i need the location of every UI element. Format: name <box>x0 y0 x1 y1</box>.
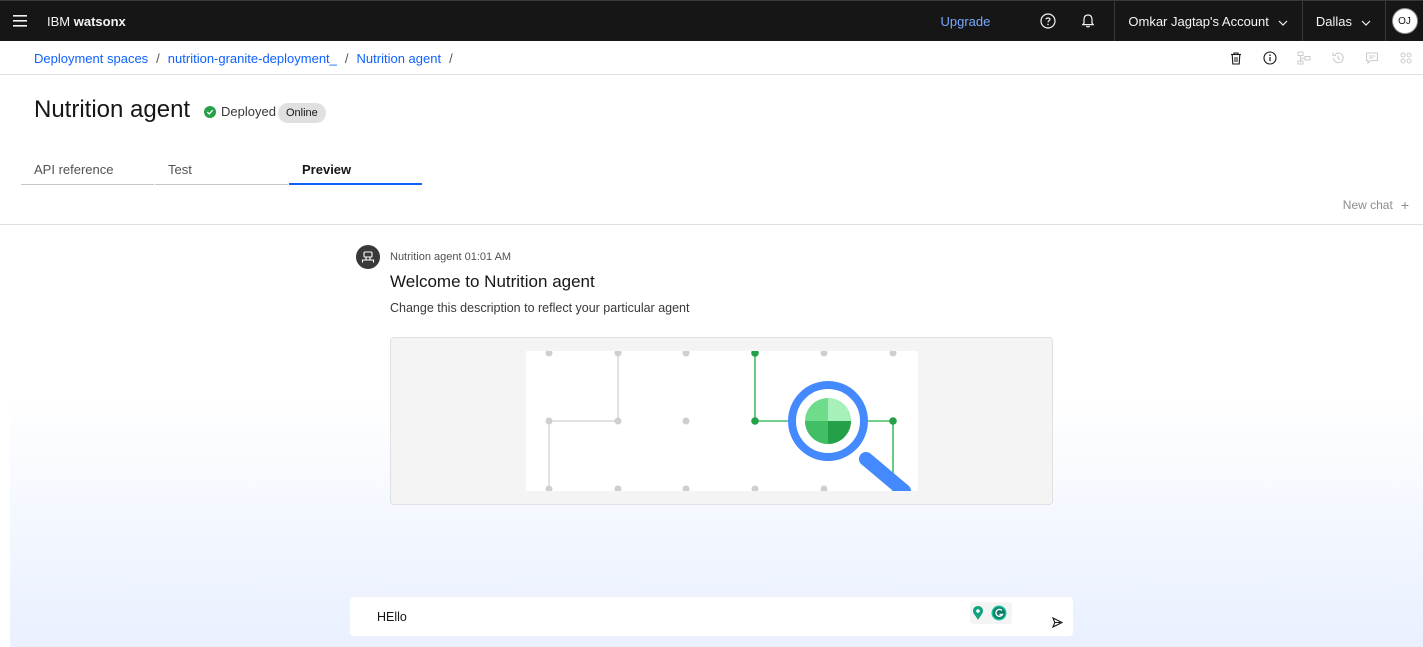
checkmark-icon <box>204 105 216 118</box>
breadcrumb-separator: / <box>449 51 453 66</box>
breadcrumb-agent[interactable]: Nutrition agent <box>357 51 442 66</box>
hamburger-menu-icon[interactable] <box>0 1 40 42</box>
brand-name: watsonx <box>73 13 126 29</box>
new-chat-label: New chat <box>1342 198 1393 212</box>
breadcrumb-separator: / <box>156 51 160 66</box>
send-icon[interactable] <box>1051 615 1064 633</box>
search-illustration <box>526 351 918 491</box>
tab-list: API reference Test Preview <box>21 156 423 185</box>
help-icon[interactable] <box>1028 1 1068 42</box>
account-switcher[interactable]: Omkar Jagtap's Account <box>1114 0 1302 42</box>
welcome-image-card <box>390 337 1053 505</box>
status-label: Deployed <box>221 104 276 119</box>
region-label: Dallas <box>1315 13 1352 29</box>
chat-icon[interactable] <box>1355 41 1389 75</box>
breadcrumb: Deployment spaces / nutrition-granite-de… <box>34 51 461 66</box>
brand-prefix: IBM <box>47 13 74 29</box>
region-switcher[interactable]: Dallas <box>1301 0 1385 42</box>
top-nav: IBM watsonx Upgrade Omkar Jagtap's Accou… <box>0 0 1423 42</box>
breadcrumb-deployment-spaces[interactable]: Deployment spaces <box>34 51 148 66</box>
message-description: Change this description to reflect your … <box>390 301 690 315</box>
grammar-extension-icons[interactable] <box>970 602 1012 624</box>
plus-icon: + <box>1400 197 1409 213</box>
page-actions <box>1219 41 1423 75</box>
bell-icon[interactable] <box>1068 1 1108 42</box>
brand-logo[interactable]: IBM watsonx <box>47 14 126 29</box>
avatar: OJ <box>1391 8 1418 34</box>
info-icon[interactable] <box>1253 41 1287 75</box>
page-title: Nutrition agent <box>34 96 191 123</box>
status-badge: Online <box>278 103 326 123</box>
message-meta: Nutrition agent 01:01 AM <box>390 251 512 263</box>
tab-preview[interactable]: Preview <box>289 156 422 185</box>
chat-input-value: HEllo <box>377 610 407 624</box>
breadcrumb-bar: Deployment spaces / nutrition-granite-de… <box>0 41 1423 75</box>
flow-icon[interactable] <box>1287 41 1321 75</box>
account-label: Omkar Jagtap's Account <box>1128 13 1269 29</box>
chevron-down-icon <box>1361 14 1371 29</box>
chat-input[interactable]: HEllo <box>350 597 1073 636</box>
breadcrumb-separator: / <box>344 51 349 66</box>
tab-test[interactable]: Test <box>155 156 288 185</box>
deployment-status: Deployed <box>204 104 276 119</box>
history-icon[interactable] <box>1321 41 1355 75</box>
chevron-down-icon <box>1278 14 1288 29</box>
breadcrumb-space[interactable]: nutrition-granite-deployment_ <box>168 51 337 66</box>
user-menu[interactable]: OJ <box>1385 0 1423 42</box>
new-chat-button[interactable]: New chat + <box>1343 197 1409 213</box>
trash-icon[interactable] <box>1219 41 1253 75</box>
upgrade-link[interactable]: Upgrade <box>941 14 991 29</box>
bot-avatar-icon <box>356 245 380 269</box>
message-title: Welcome to Nutrition agent <box>390 272 595 291</box>
tab-api-reference[interactable]: API reference <box>21 156 154 185</box>
settings-adjust-icon[interactable] <box>1389 41 1423 75</box>
